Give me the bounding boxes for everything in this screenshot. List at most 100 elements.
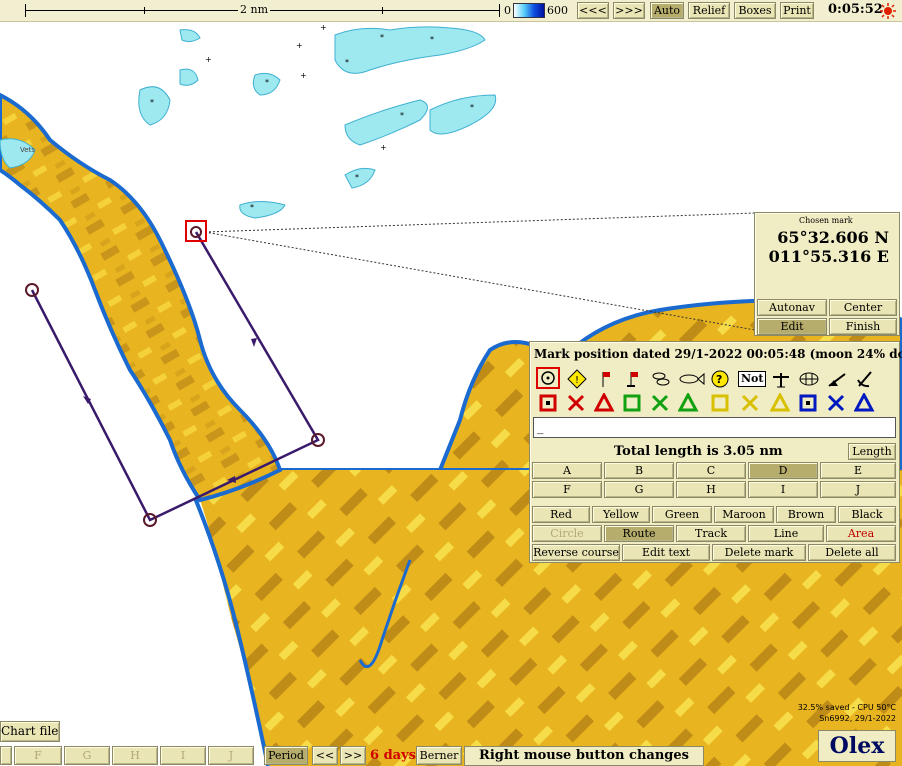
type-track-button[interactable]: Track <box>676 525 746 542</box>
mark-text-input[interactable]: _ <box>533 417 896 438</box>
svg-text:*: * <box>250 203 254 212</box>
prev-button[interactable]: <<< <box>577 2 609 19</box>
color-yellow-button[interactable]: Yellow <box>592 506 650 523</box>
label-button-e[interactable]: E <box>820 462 896 479</box>
label-button-c[interactable]: C <box>676 462 746 479</box>
red-square-icon[interactable] <box>538 393 560 413</box>
svg-text:?: ? <box>716 373 722 386</box>
label-button-i[interactable]: I <box>748 481 818 498</box>
color-maroon-button[interactable]: Maroon <box>714 506 774 523</box>
letter-g-button[interactable]: G <box>64 746 110 765</box>
letter-i-button[interactable]: I <box>160 746 206 765</box>
letter-f-button[interactable]: F <box>14 746 62 765</box>
next-button[interactable]: >>> <box>613 2 645 19</box>
yellow-triangle-icon[interactable] <box>770 393 792 413</box>
letter-e-button[interactable] <box>0 746 12 765</box>
label-button-d[interactable]: D <box>748 462 818 479</box>
red-cross-icon[interactable] <box>566 393 588 413</box>
length-button[interactable]: Length <box>848 443 896 460</box>
letter-h-button[interactable]: H <box>112 746 158 765</box>
finish-button[interactable]: Finish <box>829 318 897 335</box>
mark-panel-title: Mark position dated 29/1-2022 00:05:48 (… <box>534 347 902 361</box>
latitude: 65°32.606 N <box>777 228 889 247</box>
net-icon[interactable] <box>798 369 820 389</box>
green-cross-icon[interactable] <box>650 393 672 413</box>
red-triangle-icon[interactable] <box>594 393 616 413</box>
svg-text:+: + <box>320 23 327 32</box>
type-circle-button[interactable]: Circle <box>532 525 602 542</box>
svg-text:*: * <box>345 58 349 67</box>
anchor-arrow-icon[interactable] <box>826 369 848 389</box>
blue-cross-icon[interactable] <box>826 393 848 413</box>
autonav-button[interactable]: Autonav <box>757 299 827 316</box>
yellow-cross-icon[interactable] <box>740 393 762 413</box>
color-brown-button[interactable]: Brown <box>776 506 836 523</box>
label-button-b[interactable]: B <box>604 462 674 479</box>
label-button-f[interactable]: F <box>532 481 602 498</box>
sun-icon[interactable] <box>880 3 896 19</box>
period-days: 6 days <box>370 748 416 763</box>
period-next-button[interactable]: >> <box>340 746 366 765</box>
print-button[interactable]: Print <box>780 2 814 19</box>
period-button[interactable]: Period <box>264 746 308 765</box>
type-line-button[interactable]: Line <box>748 525 824 542</box>
aircraft-icon[interactable] <box>770 369 792 389</box>
svg-text:*: * <box>355 173 359 182</box>
question-icon[interactable]: ? <box>710 369 732 389</box>
center-button[interactable]: Center <box>829 299 897 316</box>
color-red-button[interactable]: Red <box>532 506 590 523</box>
top-toolbar: 2 nm 0 600 <<< >>> Auto Relief Boxes Pri… <box>0 0 902 22</box>
type-area-button[interactable]: Area <box>826 525 896 542</box>
berner-button[interactable]: Berner <box>416 746 462 765</box>
color-green-button[interactable]: Green <box>652 506 712 523</box>
auto-button[interactable]: Auto <box>650 2 684 19</box>
longitude: 011°55.316 E <box>768 247 889 266</box>
delete-mark-button[interactable]: Delete mark <box>712 544 806 561</box>
svg-text:*: * <box>265 78 269 87</box>
boxes-button[interactable]: Boxes <box>734 2 776 19</box>
olex-logo: Olex <box>818 730 896 762</box>
leader-line-top <box>204 212 756 233</box>
chart-files-button[interactable]: Chart files <box>0 721 60 742</box>
label-button-g[interactable]: G <box>604 481 674 498</box>
warning-icon[interactable]: ! <box>566 369 588 389</box>
blue-square-icon[interactable] <box>798 393 820 413</box>
label-button-h[interactable]: H <box>676 481 746 498</box>
letter-j-button[interactable]: J <box>208 746 254 765</box>
svg-text:+: + <box>380 143 387 152</box>
label-button-j[interactable]: J <box>820 481 896 498</box>
type-route-button[interactable]: Route <box>604 525 674 542</box>
mark-edit-panel: Mark position dated 29/1-2022 00:05:48 (… <box>529 341 902 563</box>
reverse-course-button[interactable]: Reverse course <box>532 544 620 561</box>
relief-button[interactable]: Relief <box>688 2 730 19</box>
svg-text:*: * <box>400 111 404 120</box>
hint-text: Right mouse button changes labels <box>464 746 704 766</box>
svg-text:*: * <box>470 103 474 112</box>
fish-icon[interactable] <box>678 369 706 389</box>
svg-text:+: + <box>205 55 212 64</box>
svg-text:*: * <box>430 35 434 44</box>
green-square-icon[interactable] <box>622 393 644 413</box>
blue-triangle-icon[interactable] <box>854 393 876 413</box>
edit-text-button[interactable]: Edit text <box>622 544 710 561</box>
status-serial: Sn6992, 29/1-2022 <box>819 714 896 723</box>
flag-icon[interactable] <box>622 369 644 389</box>
edit-button[interactable]: Edit <box>757 318 827 335</box>
anchor-icon[interactable] <box>854 369 876 389</box>
red-flag-icon[interactable] <box>594 369 616 389</box>
chosen-mark-title: Chosen mark <box>799 216 853 225</box>
yellow-square-icon[interactable] <box>710 393 732 413</box>
period-prev-button[interactable]: << <box>312 746 338 765</box>
status-saved: 32.5% saved - CPU 50°C <box>797 703 896 712</box>
green-triangle-icon[interactable] <box>678 393 700 413</box>
circle-mark-icon[interactable] <box>536 367 560 389</box>
fish-school-icon[interactable] <box>650 369 672 389</box>
island-label: Vets <box>20 146 35 154</box>
depth-color-scale <box>513 3 545 18</box>
label-button-a[interactable]: A <box>532 462 602 479</box>
color-black-button[interactable]: Black <box>838 506 896 523</box>
land-peninsula <box>0 92 283 503</box>
clock: 0:05:52 <box>828 2 883 17</box>
delete-all-button[interactable]: Delete all <box>808 544 896 561</box>
not-icon[interactable]: Not <box>738 371 767 387</box>
